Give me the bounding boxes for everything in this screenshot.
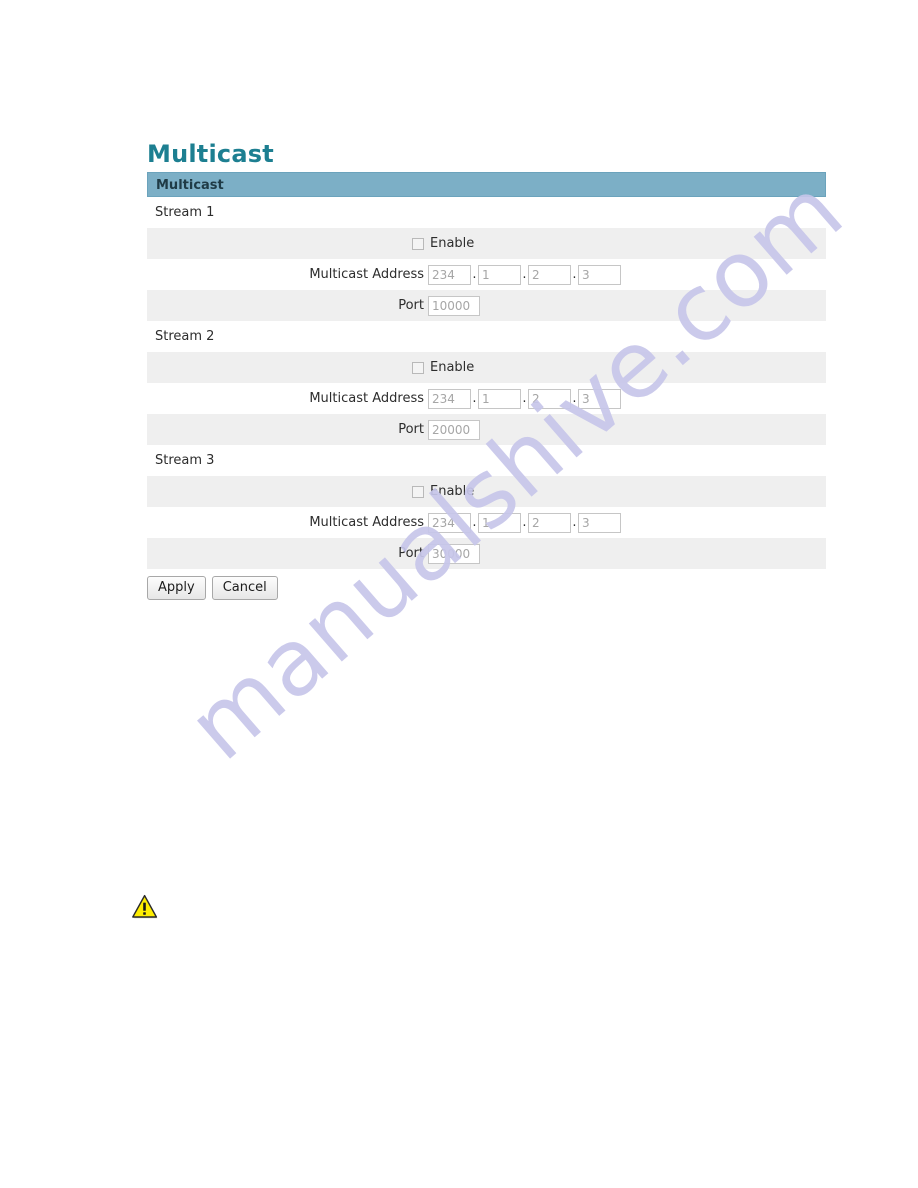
- panel-header-multicast: Multicast: [147, 172, 826, 197]
- address-dot-1-1: .: [472, 267, 477, 282]
- multicast-settings-panel: Multicast Stream 1 Enable Multicast Addr…: [147, 172, 826, 569]
- stream-row-3: Stream 3: [147, 445, 826, 476]
- multicast-address-octet-1-1[interactable]: [428, 264, 471, 285]
- port-label-3: Port: [398, 546, 424, 561]
- document-page: Multicast Multicast Stream 1 Enable Mult…: [0, 0, 918, 1188]
- enable-label-3: Enable: [430, 484, 475, 499]
- multicast-address-label-3: Multicast Address: [309, 515, 424, 530]
- address-dot-2-1: .: [472, 391, 477, 406]
- port-row-1: Port: [147, 290, 826, 321]
- port-input-1[interactable]: [428, 295, 480, 316]
- stream-label-1: Stream 1: [155, 205, 215, 220]
- multicast-address-group-1: . . .: [428, 264, 621, 285]
- address-dot-1-2: .: [522, 267, 527, 282]
- port-input-3[interactable]: [428, 543, 480, 564]
- form-button-bar: Apply Cancel: [147, 576, 278, 600]
- multicast-address-octet-3-2[interactable]: [478, 512, 521, 533]
- port-row-3: Port: [147, 538, 826, 569]
- apply-button[interactable]: Apply: [147, 576, 206, 600]
- multicast-address-group-2: . . .: [428, 388, 621, 409]
- multicast-address-row-1: Multicast Address . . .: [147, 259, 826, 290]
- port-label-1: Port: [398, 298, 424, 313]
- enable-row-2: Enable: [147, 352, 826, 383]
- multicast-address-octet-2-3[interactable]: [528, 388, 571, 409]
- multicast-address-row-3: Multicast Address . . .: [147, 507, 826, 538]
- enable-checkbox-1[interactable]: [412, 237, 424, 250]
- multicast-address-octet-1-3[interactable]: [528, 264, 571, 285]
- multicast-address-label-2: Multicast Address: [309, 391, 424, 406]
- warning-triangle-icon: [130, 893, 160, 921]
- stream-row-1: Stream 1: [147, 197, 826, 228]
- stream-label-3: Stream 3: [155, 453, 215, 468]
- address-dot-1-3: .: [572, 267, 577, 282]
- multicast-address-octet-1-4[interactable]: [578, 264, 621, 285]
- multicast-address-row-2: Multicast Address . . .: [147, 383, 826, 414]
- multicast-address-octet-2-2[interactable]: [478, 388, 521, 409]
- address-dot-3-2: .: [522, 515, 527, 530]
- enable-row-1: Enable: [147, 228, 826, 259]
- multicast-address-octet-3-4[interactable]: [578, 512, 621, 533]
- multicast-address-octet-2-1[interactable]: [428, 388, 471, 409]
- port-input-2[interactable]: [428, 419, 480, 440]
- address-dot-2-2: .: [522, 391, 527, 406]
- enable-label-1: Enable: [430, 236, 475, 251]
- enable-label-2: Enable: [430, 360, 475, 375]
- address-dot-3-3: .: [572, 515, 577, 530]
- multicast-address-group-3: . . .: [428, 512, 621, 533]
- page-title: Multicast: [147, 140, 274, 168]
- address-dot-3-1: .: [472, 515, 477, 530]
- multicast-address-octet-3-1[interactable]: [428, 512, 471, 533]
- enable-row-3: Enable: [147, 476, 826, 507]
- enable-checkbox-cell-1: [147, 237, 424, 250]
- address-dot-2-3: .: [572, 391, 577, 406]
- multicast-address-label-1: Multicast Address: [309, 267, 424, 282]
- cancel-button[interactable]: Cancel: [211, 576, 278, 600]
- multicast-address-octet-1-2[interactable]: [478, 264, 521, 285]
- port-row-2: Port: [147, 414, 826, 445]
- stream-row-2: Stream 2: [147, 321, 826, 352]
- stream-label-2: Stream 2: [155, 329, 215, 344]
- port-label-2: Port: [398, 422, 424, 437]
- enable-checkbox-cell-2: [147, 361, 424, 374]
- enable-checkbox-2[interactable]: [412, 361, 424, 374]
- multicast-address-octet-3-3[interactable]: [528, 512, 571, 533]
- multicast-address-octet-2-4[interactable]: [578, 388, 621, 409]
- enable-checkbox-cell-3: [147, 485, 424, 498]
- enable-checkbox-3[interactable]: [412, 485, 424, 498]
